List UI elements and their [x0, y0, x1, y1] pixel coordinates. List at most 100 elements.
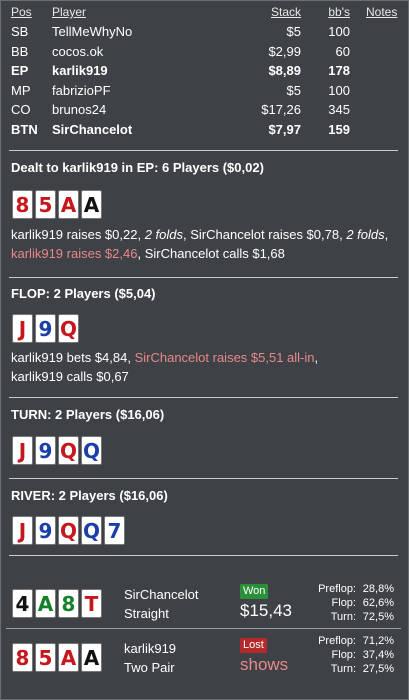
header-player[interactable]: Player: [52, 3, 86, 22]
player-row[interactable]: BTN SirChancelot $7,97 159: [0, 120, 409, 139]
playing-card: Q: [58, 436, 79, 465]
action-text: , SirChancelot raises $0,78,: [183, 227, 347, 242]
bbs-cell: 100: [328, 24, 350, 39]
won-amount: $15,43: [240, 601, 292, 620]
action-text: karlik919 calls $0,67: [11, 369, 129, 384]
won-badge: Won: [240, 584, 269, 599]
villain-action: SirChancelot raises $5,51 all-in: [134, 350, 315, 365]
equity-value: 72,5%: [362, 611, 394, 623]
playing-card: 9: [35, 314, 56, 343]
preflop-action: karlik919 raises $0,22, 2 folds, SirChan…: [11, 225, 401, 263]
action-text: ,: [384, 227, 389, 242]
playing-card: A: [81, 190, 102, 219]
action-folds: 2 folds: [144, 227, 183, 242]
player-name-cell: cocos.ok: [52, 43, 104, 59]
preflop-hole-cards: 85AA: [12, 190, 102, 219]
result-hand-name: Straight: [124, 606, 169, 621]
divider: [9, 277, 398, 278]
preflop-title: Dealt to karlik919 in EP: 6 Players ($0,…: [11, 160, 264, 175]
stack-cell: $5: [286, 24, 301, 39]
action-text: karlik919 raises $0,22,: [11, 227, 145, 242]
turn-title: TURN: 2 Players ($16,06): [11, 407, 165, 422]
position-cell: MP: [11, 82, 31, 98]
river-board-cards: J9QQ7: [12, 516, 125, 545]
player-row[interactable]: CO brunos24 $17,26 345: [0, 100, 409, 119]
player-name-cell: SirChancelot: [52, 121, 133, 137]
player-name-cell: karlik919: [52, 63, 108, 78]
action-folds: 2 folds: [346, 227, 385, 242]
playing-card: A: [35, 589, 56, 618]
bbs-cell: 100: [328, 82, 350, 98]
playing-card: J: [12, 436, 33, 465]
hero-action: karlik919 raises $2,46: [11, 246, 138, 261]
equity-label: Turn:: [330, 663, 356, 675]
playing-card: J: [12, 314, 33, 343]
playing-card: 8: [58, 589, 79, 618]
showdown-cards-sirchancelot: 4A8T: [12, 589, 102, 618]
river-title: RIVER: 2 Players ($16,06): [11, 488, 168, 503]
divider: [9, 397, 398, 398]
player-row[interactable]: MP fabrizioPF $5 100: [0, 81, 409, 100]
flop-action: karlik919 bets $4,84, SirChancelot raise…: [11, 348, 401, 386]
bbs-cell: 178: [328, 63, 350, 78]
action-text: karlik919 bets $4,84,: [11, 350, 135, 365]
equity-label: Flop:: [331, 597, 356, 609]
divider: [9, 478, 398, 479]
shows-label: shows: [240, 655, 289, 674]
player-name-cell: brunos24: [52, 102, 107, 117]
stack-cell: $2,99: [268, 43, 301, 59]
equity-value: 28,8%: [362, 583, 394, 595]
playing-card: Q: [81, 436, 102, 465]
equity-panel: Preflop: 71,2% Flop: 37,4% Turn: 27,5%: [300, 634, 396, 676]
player-row[interactable]: EP karlik919 $8,89 178: [0, 61, 409, 80]
stack-cell: $5: [286, 82, 301, 98]
showdown-cards-karlik919: 85AA: [12, 643, 102, 672]
playing-card: 9: [35, 516, 56, 545]
divider: [9, 150, 398, 151]
position-cell: BB: [11, 43, 29, 59]
stack-cell: $7,97: [268, 121, 301, 137]
equity-value: 27,5%: [362, 663, 394, 675]
playing-card: A: [58, 643, 79, 672]
player-name-cell: TellMeWhyNo: [52, 24, 133, 39]
result-hand-name: Two Pair: [124, 660, 175, 675]
stack-cell: $17,26: [261, 102, 301, 117]
playing-card: Q: [58, 516, 79, 545]
header-notes[interactable]: Notes: [366, 3, 397, 22]
position-cell: BTN: [11, 121, 38, 137]
flop-board-cards: J9Q: [12, 314, 79, 343]
turn-board-cards: J9QQ: [12, 436, 102, 465]
equity-label: Preflop:: [318, 635, 356, 647]
header-bbs[interactable]: bb's: [328, 3, 350, 22]
action-text: ,: [314, 350, 319, 365]
playing-card: 9: [35, 436, 56, 465]
lost-badge: Lost: [240, 638, 267, 653]
playing-card: 5: [35, 643, 56, 672]
playing-card: J: [12, 516, 33, 545]
divider: [6, 628, 401, 629]
player-row[interactable]: BB cocos.ok $2,99 60: [0, 42, 409, 61]
equity-label: Flop:: [331, 649, 356, 661]
bbs-cell: 345: [328, 102, 350, 117]
result-player-name[interactable]: SirChancelot: [124, 585, 198, 604]
playing-card: 8: [12, 190, 33, 219]
equity-value: 71,2%: [362, 635, 394, 647]
playing-card: A: [81, 643, 102, 672]
result-player-name[interactable]: karlik919: [124, 639, 176, 658]
divider: [9, 555, 398, 556]
playing-card: Q: [58, 314, 79, 343]
bbs-cell: 159: [328, 121, 350, 137]
playing-card: 4: [12, 589, 33, 618]
playing-card: 7: [104, 516, 125, 545]
equity-value: 37,4%: [362, 649, 394, 661]
player-row[interactable]: SB TellMeWhyNo $5 100: [0, 22, 409, 41]
position-cell: SB: [11, 24, 29, 39]
bbs-cell: 60: [335, 43, 350, 59]
playing-card: T: [81, 589, 102, 618]
playing-card: A: [58, 190, 79, 219]
playing-card: Q: [81, 516, 102, 545]
header-pos[interactable]: Pos: [11, 3, 32, 22]
header-stack[interactable]: Stack: [271, 3, 301, 22]
stack-cell: $8,89: [268, 63, 301, 78]
equity-panel: Preflop: 28,8% Flop: 62,6% Turn: 72,5%: [300, 582, 396, 624]
